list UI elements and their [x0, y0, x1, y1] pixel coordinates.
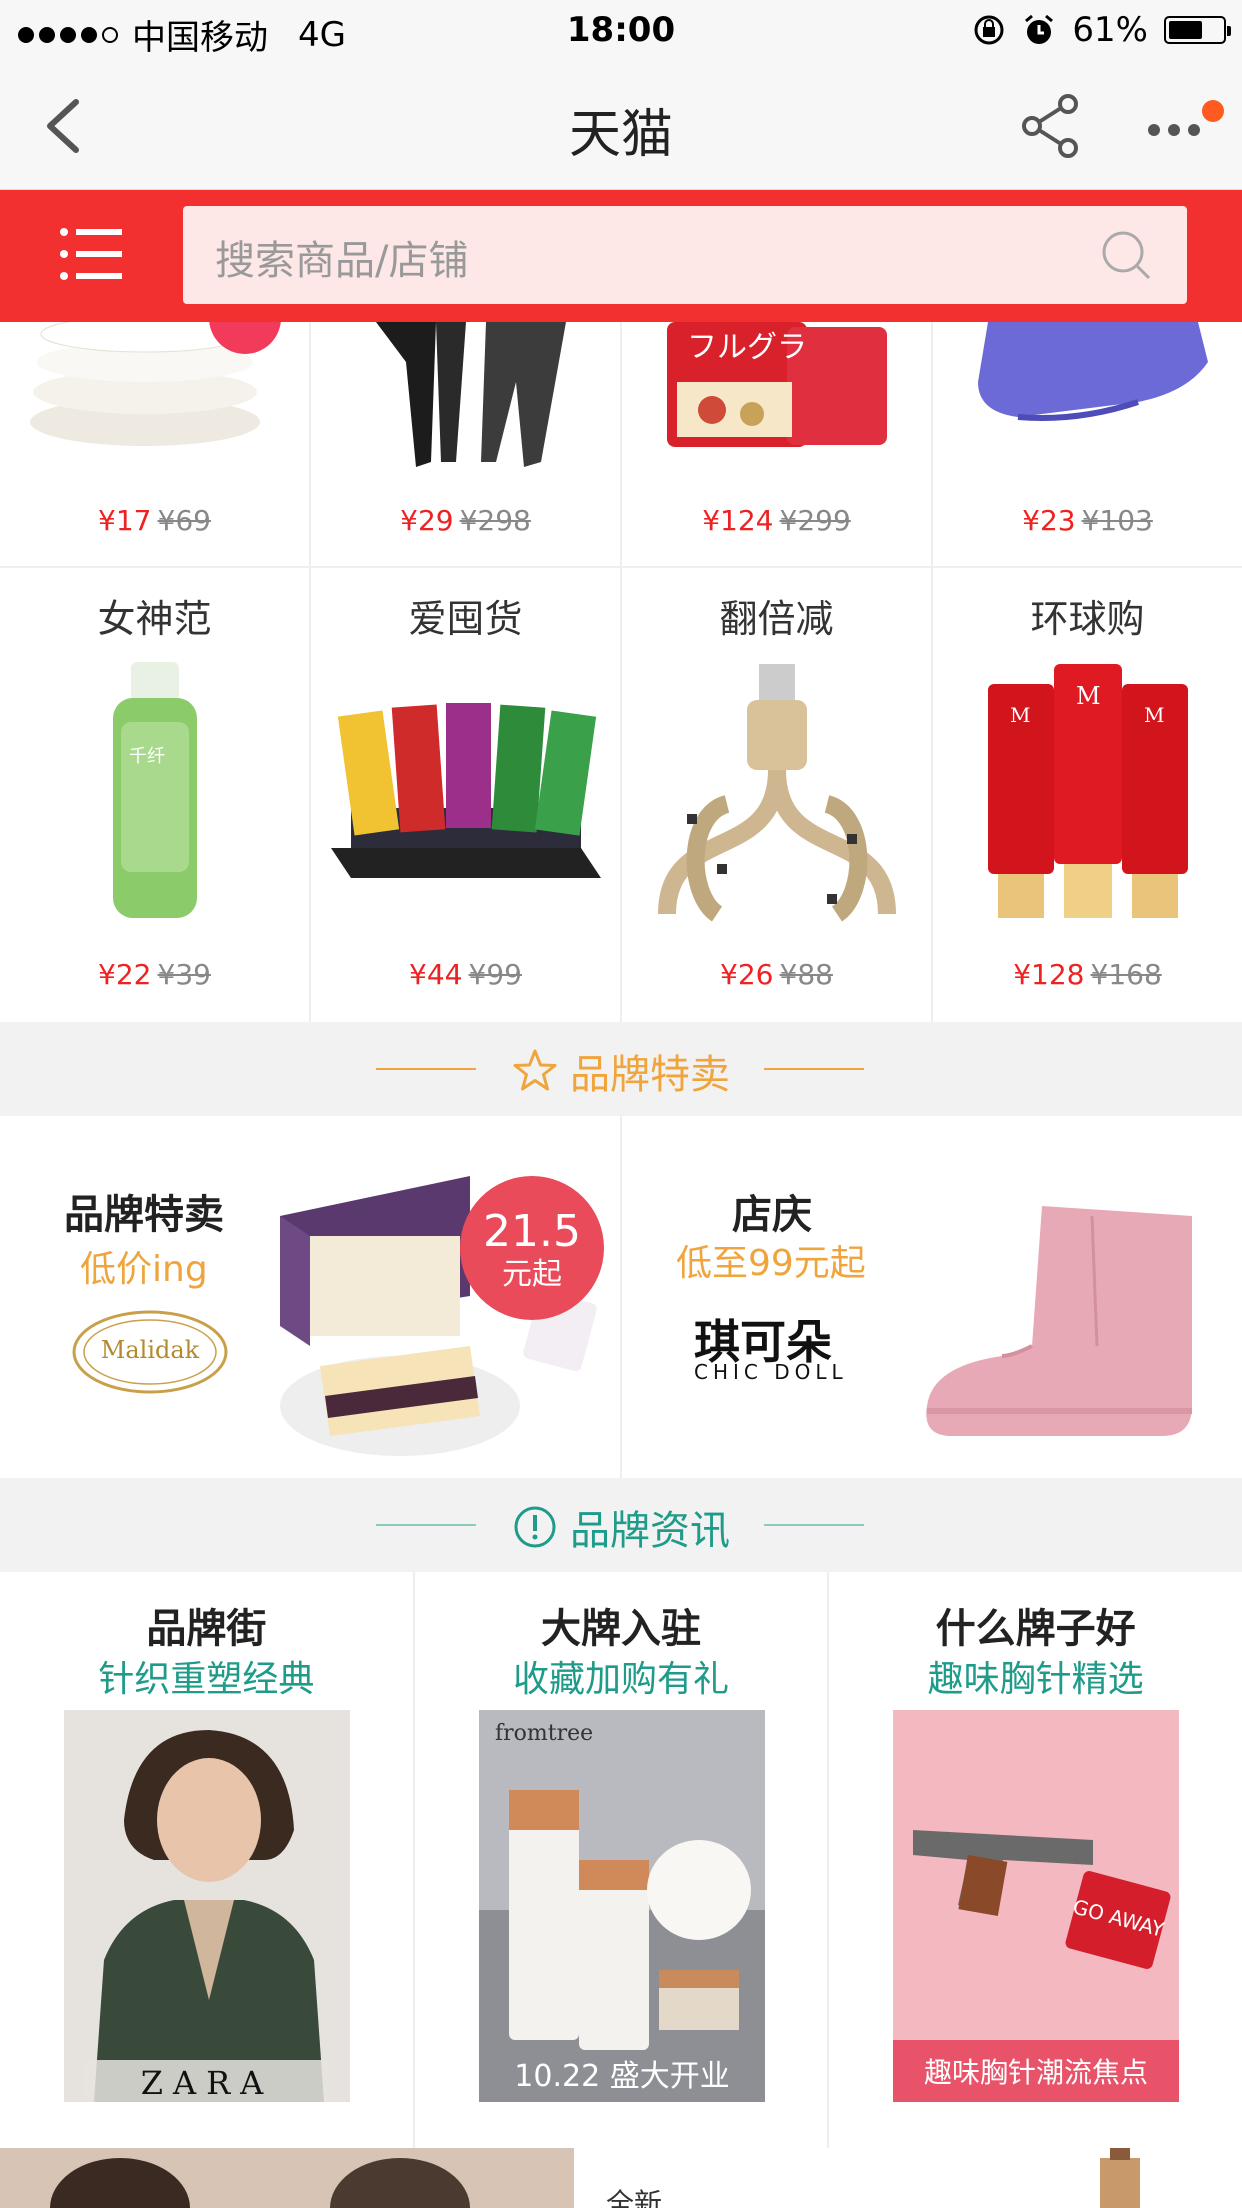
- zara-model-image: ZARA: [64, 1710, 350, 2102]
- product-card[interactable]: フルグラ ¥124 ¥299: [622, 322, 933, 566]
- card-title: 翻倍减: [719, 597, 834, 641]
- svg-text:千纤: 千纤: [129, 746, 165, 767]
- plates-image: [29, 322, 281, 446]
- toner-bottle-image: 千纤: [112, 662, 197, 918]
- brand-sale-left-subtitle: 低价ing: [80, 1249, 208, 1290]
- battery-percent: 61%: [1072, 10, 1148, 50]
- bottom-product-image: [1100, 2148, 1140, 2208]
- malidak-logo-text: Malidak: [101, 1336, 200, 1364]
- bottom-banner[interactable]: 全新: [0, 2148, 1242, 2208]
- price: ¥26 ¥88: [720, 958, 833, 991]
- price: ¥128 ¥168: [1013, 958, 1162, 991]
- price: ¥44 ¥99: [409, 958, 522, 991]
- brand-sale-card-left[interactable]: 品牌特卖 低价ing Malidak 21.5 元起: [0, 1116, 622, 1478]
- brand-sale-left-title: 品牌特卖: [64, 1192, 224, 1238]
- news-card[interactable]: 品牌街 针织重塑经典 ZARA: [0, 1572, 415, 2148]
- badge-price: 21.5: [483, 1206, 581, 1257]
- usb-cable-image: [657, 664, 896, 922]
- fromtree-text: fromtree: [495, 1721, 593, 1746]
- brand-sale-header: 品牌特卖: [0, 1022, 1242, 1116]
- product-card[interactable]: 女神范 千纤 ¥22 ¥39: [0, 568, 311, 1022]
- news-card[interactable]: 什么牌子好 趣味胸针精选 GO AWAY 趣味胸针潮流焦点: [829, 1572, 1242, 2148]
- product-row-2: 女神范 千纤 ¥22 ¥39 爱囤货 ¥44 ¥99 翻倍减 ¥26 ¥88 环…: [0, 568, 1242, 1022]
- nav-bar: 天猫: [0, 62, 1242, 190]
- search-icon[interactable]: [1099, 228, 1153, 282]
- notification-dot: [1202, 100, 1224, 122]
- brand-sale-section: 品牌特卖 低价ing Malidak 21.5 元起 店庆 低至99元起 琪可朵…: [0, 1116, 1242, 1478]
- brand-news-title: 品牌资讯: [570, 1508, 730, 1554]
- battery-icon: [1164, 16, 1231, 44]
- share-icon[interactable]: [1018, 92, 1082, 160]
- brand-sale-right-title: 店庆: [732, 1192, 812, 1238]
- bottom-banner-image: [0, 2148, 574, 2208]
- product-card[interactable]: 翻倍减 ¥26 ¥88: [622, 568, 933, 1022]
- price: ¥22 ¥39: [98, 958, 211, 991]
- svg-text:M: M: [1076, 682, 1101, 710]
- svg-text:M: M: [1010, 703, 1030, 727]
- malidak-logo: Malidak: [72, 1310, 228, 1394]
- product-card[interactable]: ¥17 ¥69: [0, 322, 311, 566]
- price: ¥23 ¥103: [1022, 504, 1153, 537]
- boot-image: [926, 1206, 1192, 1436]
- search-input[interactable]: 搜索商品/店铺: [183, 206, 1187, 304]
- status-bar: 中国移动 4G 18:00 61%: [0, 0, 1242, 62]
- opening-text: 10.22 盛大开业: [514, 2059, 729, 2094]
- fromtree-image: fromtree 10.22 盛大开业: [478, 1710, 765, 2102]
- leggings-image: [375, 322, 566, 467]
- product-card[interactable]: 爱囤货 ¥44 ¥99: [311, 568, 622, 1022]
- star-icon: [513, 1049, 557, 1091]
- rotation-lock-icon: [974, 15, 1004, 45]
- alarm-icon: [1025, 14, 1054, 44]
- product-card[interactable]: 环球购 M M M ¥128 ¥168: [933, 568, 1242, 1022]
- card-title: 女神范: [97, 597, 212, 641]
- svg-text:M: M: [1144, 703, 1164, 727]
- more-icon: [1148, 124, 1200, 136]
- bottom-teaser: 全新: [606, 2187, 663, 2208]
- badge-unit: 元起: [502, 1257, 562, 1292]
- card-title: 爱囤货: [408, 597, 523, 641]
- brooch-image: GO AWAY 趣味胸针潮流焦点: [893, 1710, 1180, 2102]
- brand-sale-title: 品牌特卖: [570, 1052, 730, 1098]
- card-title: 环球购: [1030, 597, 1145, 641]
- brand-news-section: 品牌街 针织重塑经典 ZARA 大牌入驻 收藏加购有礼 fromtree 10.…: [0, 1572, 1242, 2148]
- svg-text:フルグラ: フルグラ: [687, 330, 807, 365]
- news-title: 品牌街: [146, 1606, 267, 1652]
- product-row-1: ¥17 ¥69 ¥29 ¥298 フルグラ ¥124 ¥299 ¥23 ¥103: [0, 322, 1242, 568]
- bb-cream-image: M M M: [987, 664, 1188, 918]
- news-subtitle: 趣味胸针精选: [927, 1659, 1144, 1700]
- product-card[interactable]: ¥23 ¥103: [933, 322, 1242, 566]
- brooch-caption: 趣味胸针潮流焦点: [924, 2056, 1148, 2089]
- brand-news-header: 品牌资讯: [0, 1478, 1242, 1572]
- yoga-mat-image: [977, 322, 1208, 421]
- news-title: 什么牌子好: [935, 1606, 1136, 1652]
- news-subtitle: 收藏加购有礼: [513, 1659, 730, 1700]
- zara-text: ZARA: [141, 2064, 274, 2102]
- search-placeholder: 搜索商品/店铺: [215, 238, 469, 284]
- news-card[interactable]: 大牌入驻 收藏加购有礼 fromtree 10.22 盛大开业: [415, 1572, 830, 2148]
- exclamation-circle-icon: [514, 1506, 556, 1548]
- more-button[interactable]: [1144, 100, 1224, 150]
- search-bar: 搜索商品/店铺: [0, 190, 1242, 322]
- price-badge: 21.5 元起: [460, 1176, 604, 1320]
- news-subtitle: 针织重塑经典: [98, 1659, 315, 1700]
- price: ¥29 ¥298: [400, 504, 531, 537]
- seaweed-snack-image: [330, 703, 601, 878]
- cereal-image: フルグラ: [666, 322, 887, 447]
- menu-icon[interactable]: [58, 222, 124, 286]
- price: ¥124 ¥299: [702, 504, 851, 537]
- news-title: 大牌入驻: [541, 1606, 701, 1652]
- brand-sale-card-right[interactable]: 店庆 低至99元起 琪可朵 CHIC DOLL: [622, 1116, 1242, 1478]
- brand-sale-right-subtitle: 低至99元起: [676, 1243, 866, 1284]
- chicdoll-logo-en: CHIC DOLL: [694, 1360, 848, 1384]
- status-bar-right: 61%: [972, 10, 1231, 50]
- price: ¥17 ¥69: [98, 504, 211, 537]
- product-card[interactable]: ¥29 ¥298: [311, 322, 622, 566]
